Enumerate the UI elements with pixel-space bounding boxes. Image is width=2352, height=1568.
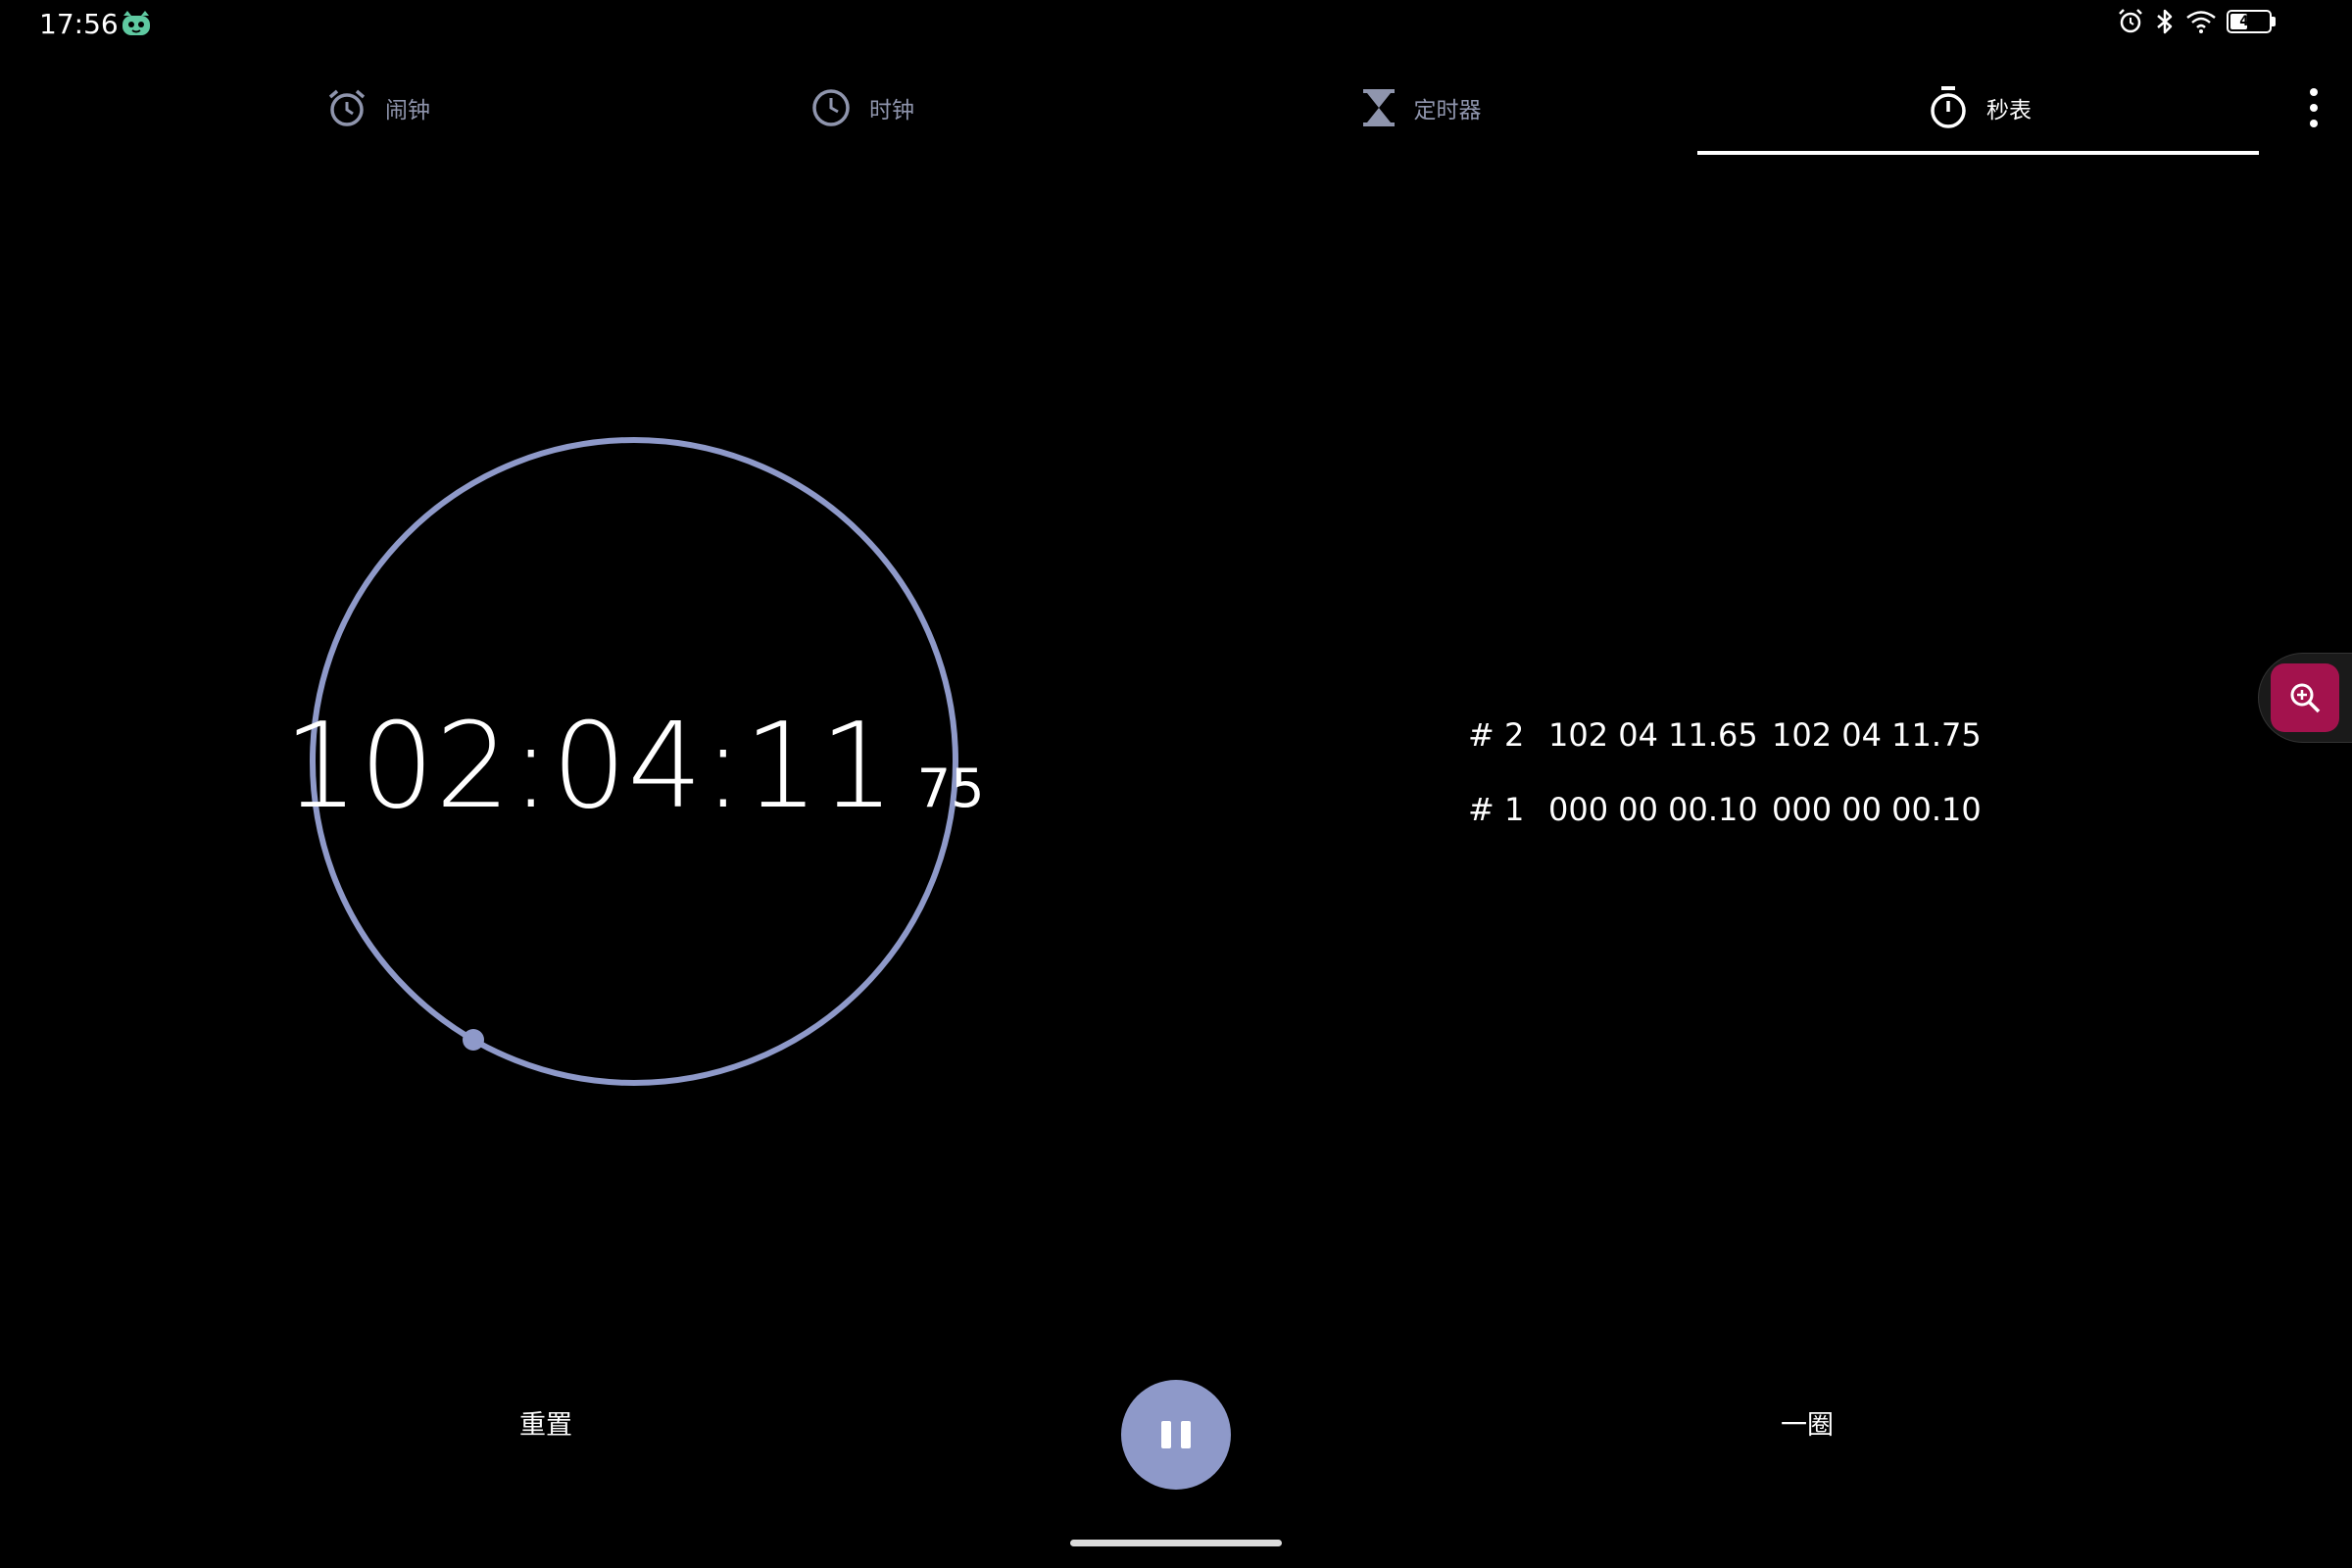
alarm-icon: [2119, 9, 2142, 33]
lap-total: 000 00 00.10: [1772, 791, 1982, 828]
app-mascot-icon: [122, 11, 150, 35]
status-time: 17:56: [39, 8, 119, 40]
lap-number: # 1: [1468, 791, 1525, 828]
tab-bar: 闹钟 时钟 定时器 秒表: [0, 59, 2352, 157]
magnifier-handle[interactable]: [2258, 653, 2352, 743]
lap-number: # 2: [1468, 716, 1525, 754]
lap-time: 102 04 11.65: [1548, 716, 1758, 754]
more-options-icon[interactable]: [2299, 88, 2328, 127]
tab-clock[interactable]: 时钟: [627, 59, 1098, 157]
active-tab-indicator: [1697, 151, 2259, 155]
battery-body: 46: [2227, 10, 2272, 33]
battery-icon: 46: [2227, 10, 2276, 33]
battery-level: 46: [2239, 14, 2259, 29]
alarm-clock-icon: [328, 89, 366, 126]
status-icons: 46: [2117, 8, 2276, 35]
lap-row: # 2 102 04 11.65 102 04 11.75: [1468, 698, 2007, 772]
stopwatch-readout: 102:04:11 75: [284, 433, 985, 1090]
elapsed-time: 102:04:11: [283, 698, 896, 835]
pause-icon: [1161, 1421, 1171, 1448]
hourglass-icon: [1362, 89, 1395, 126]
lap-row: # 1 000 00 00.10 000 00 00.10: [1468, 772, 2007, 847]
tab-label: 秒表: [1986, 98, 2032, 123]
lap-button[interactable]: 一圈: [1781, 1403, 1834, 1442]
tab-timer[interactable]: 定时器: [1186, 59, 1656, 157]
magnifier-button[interactable]: [2271, 663, 2339, 732]
stopwatch-icon: [1931, 86, 1966, 128]
tab-label: 定时器: [1413, 98, 1482, 123]
wifi-icon: [2186, 11, 2216, 33]
tab-label: 闹钟: [385, 98, 430, 123]
status-bar: 17:56 46: [0, 0, 2352, 49]
clock-icon: [812, 89, 850, 126]
elapsed-hundredths: 75: [916, 757, 985, 819]
pause-icon-bar: [1181, 1421, 1191, 1448]
zoom-in-icon: [2290, 683, 2321, 713]
tab-label: 时钟: [869, 98, 914, 123]
bluetooth-icon: [2157, 9, 2173, 34]
lap-total: 102 04 11.75: [1772, 716, 1982, 754]
tab-stopwatch[interactable]: 秒表: [1744, 59, 2215, 157]
lap-list: # 2 102 04 11.65 102 04 11.75 # 1 000 00…: [1468, 698, 2007, 847]
battery-tip: [2272, 17, 2276, 26]
home-indicator[interactable]: [1070, 1540, 1282, 1546]
reset-button[interactable]: 重置: [519, 1403, 572, 1442]
tab-alarm[interactable]: 闹钟: [143, 59, 613, 157]
pause-button[interactable]: [1121, 1380, 1231, 1490]
lap-time: 000 00 00.10: [1548, 791, 1758, 828]
